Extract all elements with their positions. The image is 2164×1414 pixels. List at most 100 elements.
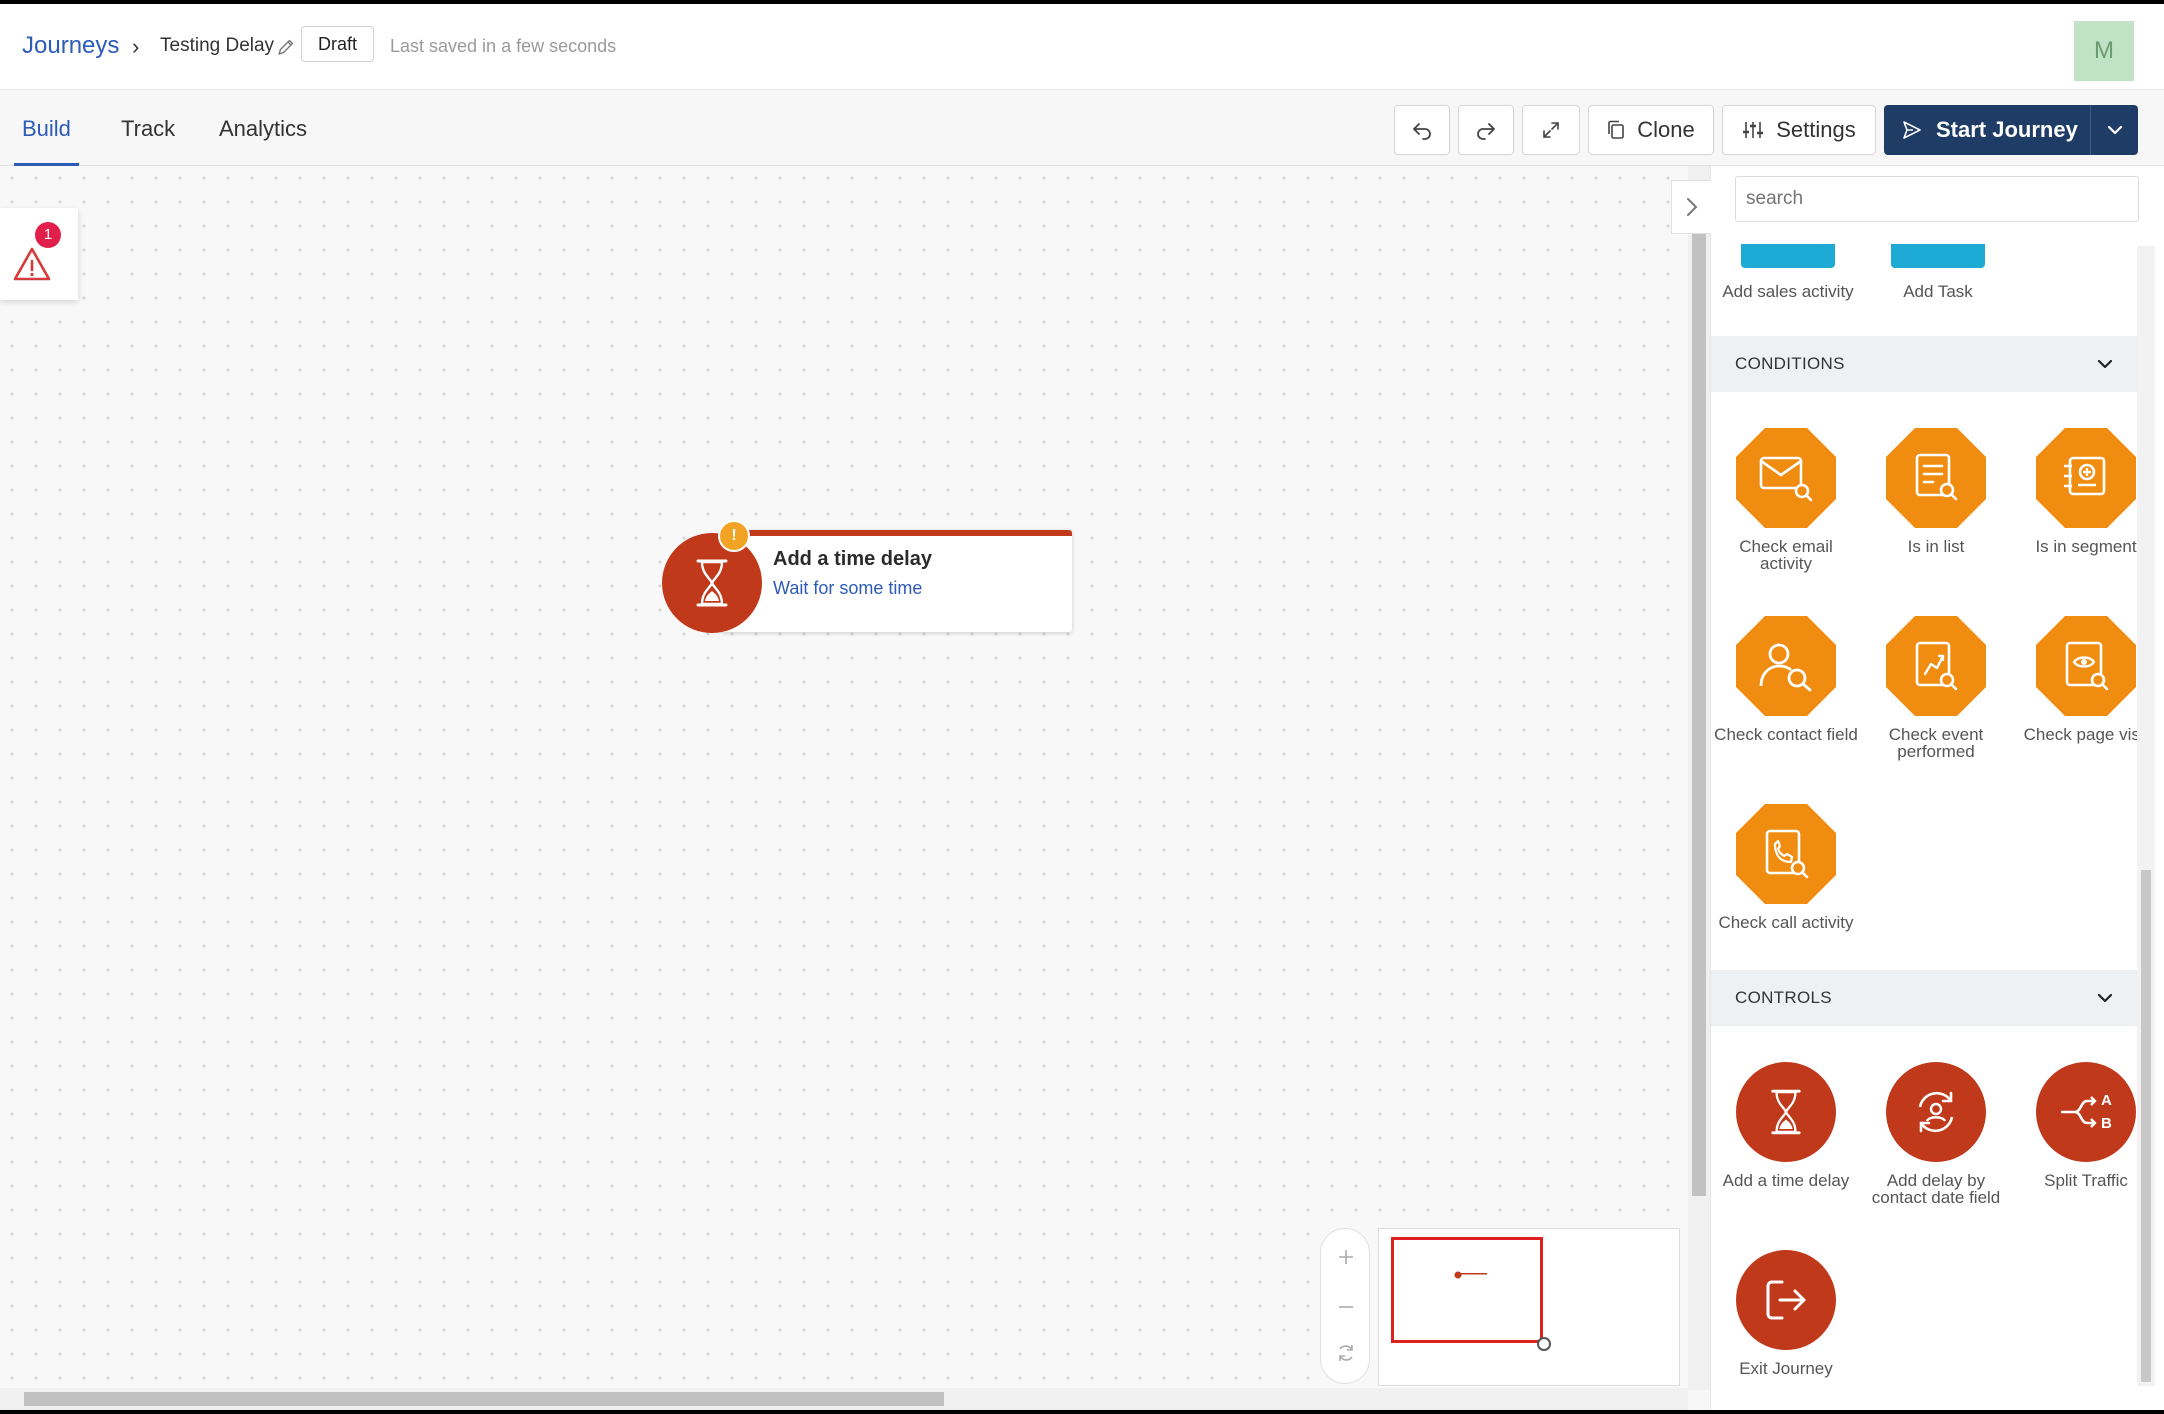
collapse-panel-button[interactable] — [1671, 180, 1711, 234]
journey-builder-app: Journeys › Testing Delay Draft Last save… — [0, 4, 2164, 1410]
add-task-tile[interactable] — [1891, 244, 1985, 268]
item-label: Add delay by — [1886, 1171, 1986, 1190]
top-header: Journeys › Testing Delay Draft Last save… — [0, 4, 2164, 90]
send-icon — [1903, 121, 1921, 139]
canvas-horizontal-scrollbar[interactable] — [0, 1388, 1688, 1410]
canvas-minimap[interactable] — [1378, 1228, 1680, 1386]
condition-check-contact-field[interactable]: Check contact field — [1711, 616, 1861, 743]
warning-triangle-icon — [13, 247, 51, 281]
conditions-title: CONDITIONS — [1735, 354, 1845, 373]
copy-icon — [1608, 120, 1625, 139]
control-exit-journey[interactable]: Exit Journey — [1711, 1250, 1861, 1377]
plus-icon — [1339, 1250, 1353, 1264]
item-label: Exit Journey — [1739, 1359, 1833, 1378]
redo-icon — [1477, 123, 1495, 140]
add-sales-activity-tile[interactable] — [1741, 244, 1835, 268]
item-label: Is in list — [1907, 537, 1965, 556]
expand-icon — [1543, 122, 1559, 138]
exit-icon — [1766, 1280, 1806, 1320]
fullscreen-button[interactable] — [1522, 105, 1580, 155]
minimap-node-marker — [1454, 1271, 1487, 1279]
list-search-icon — [1915, 453, 1958, 501]
hourglass-icon — [1771, 1089, 1801, 1135]
pencil-icon[interactable] — [276, 37, 296, 57]
controls-section-header[interactable]: CONTROLS — [1711, 970, 2137, 1026]
saved-status: Last saved in a few seconds — [390, 36, 617, 56]
hourglass-icon — [696, 559, 728, 607]
email-search-icon — [1759, 456, 1813, 502]
node-title: Add a time delay — [773, 548, 932, 570]
add-task-label: Add Task — [1903, 282, 1973, 301]
status-badge: Draft — [301, 26, 375, 62]
start-journey-label: Start Journey — [1936, 117, 2078, 142]
panel-scroll-thumb[interactable] — [2141, 870, 2151, 1382]
reset-zoom-button[interactable] — [1321, 1331, 1371, 1375]
contact-delay-icon — [1918, 1091, 1954, 1133]
item-label: Check email — [1739, 537, 1833, 556]
journey-canvas[interactable]: 1 Add a time delay Wait for some time ! — [0, 166, 1688, 1390]
warning-count-badge: 1 — [35, 222, 61, 248]
split-ab-icon: AB — [2061, 1092, 2112, 1132]
undo-icon — [1413, 123, 1431, 140]
svg-text:A: A — [2101, 1092, 2112, 1109]
journey-name: Testing Delay — [160, 35, 275, 56]
canvas-vertical-scrollbar[interactable] — [1688, 166, 1710, 1390]
contact-search-icon — [1759, 643, 1812, 692]
condition-check-email-activity[interactable]: Check email activity — [1711, 428, 1861, 572]
tab-track[interactable]: Track — [121, 116, 175, 142]
validation-warning-card[interactable]: 1 — [0, 208, 78, 300]
horizontal-scroll-thumb[interactable] — [24, 1392, 944, 1406]
sliders-icon — [1743, 122, 1764, 138]
node-subtitle: Wait for some time — [773, 578, 923, 598]
condition-is-in-list[interactable]: Is in list — [1861, 428, 2011, 555]
undo-button[interactable] — [1394, 105, 1450, 155]
breadcrumb-chevron-icon: › — [132, 34, 140, 59]
zoom-controls — [1320, 1228, 1370, 1384]
item-label: Check contact field — [1714, 725, 1858, 744]
condition-check-event-performed[interactable]: Check event performed — [1861, 616, 2011, 760]
item-label: Add a time delay — [1722, 1171, 1850, 1190]
start-journey-dropdown[interactable] — [2090, 105, 2138, 155]
item-label: activity — [1760, 554, 1812, 573]
condition-check-call-activity[interactable]: Check call activity — [1711, 804, 1861, 931]
event-search-icon — [1915, 641, 1958, 691]
start-journey-button[interactable]: Start Journey — [1884, 105, 2138, 155]
call-search-icon — [1765, 829, 1809, 879]
tab-analytics[interactable]: Analytics — [219, 116, 307, 142]
breadcrumb-journeys-link[interactable]: Journeys — [22, 32, 119, 60]
panel-scrollbar[interactable] — [2137, 246, 2155, 1386]
refresh-icon — [1339, 1345, 1353, 1361]
zoom-out-button[interactable] — [1321, 1285, 1371, 1329]
page-visit-icon — [2065, 641, 2109, 691]
item-label: contact date field — [1871, 1188, 2001, 1207]
chevron-down-icon — [2097, 993, 2113, 1003]
minimap-resize-handle[interactable] — [1537, 1337, 1551, 1351]
tab-build[interactable]: Build — [22, 116, 71, 142]
settings-label: Settings — [1776, 117, 1856, 142]
item-label: Check event — [1888, 725, 1984, 744]
journey-node-time-delay[interactable]: Add a time delay Wait for some time — [720, 530, 1072, 632]
control-add-time-delay[interactable]: Add a time delay — [1711, 1062, 1861, 1189]
settings-button[interactable]: Settings — [1722, 105, 1876, 155]
avatar[interactable]: M — [2074, 21, 2134, 81]
conditions-section-header[interactable]: CONDITIONS — [1711, 336, 2137, 392]
item-label: Check call activity — [1718, 913, 1854, 932]
node-library-panel: Add sales activity Add Task CONDITIONS C… — [1671, 166, 2164, 1410]
vertical-scroll-thumb[interactable] — [1692, 196, 1706, 1196]
node-warning-badge[interactable]: ! — [718, 520, 750, 552]
controls-title: CONTROLS — [1735, 988, 1832, 1007]
minimap-viewport[interactable] — [1391, 1237, 1543, 1343]
minus-icon — [1339, 1306, 1353, 1308]
clone-button[interactable]: Clone — [1588, 105, 1714, 155]
redo-button[interactable] — [1458, 105, 1514, 155]
segment-search-icon — [2064, 456, 2106, 496]
node-hourglass-badge[interactable] — [662, 533, 762, 633]
zoom-in-button[interactable] — [1321, 1235, 1371, 1279]
item-label: performed — [1897, 742, 1975, 761]
add-sales-activity-label: Add sales activity — [1722, 282, 1854, 301]
chevron-down-icon — [2097, 359, 2113, 369]
chevron-down-icon — [2107, 125, 2122, 135]
control-add-delay-by-contact-date-field[interactable]: Add delay by contact date field — [1861, 1062, 2011, 1206]
node-search-input[interactable] — [1735, 176, 2139, 222]
clone-label: Clone — [1637, 117, 1695, 142]
